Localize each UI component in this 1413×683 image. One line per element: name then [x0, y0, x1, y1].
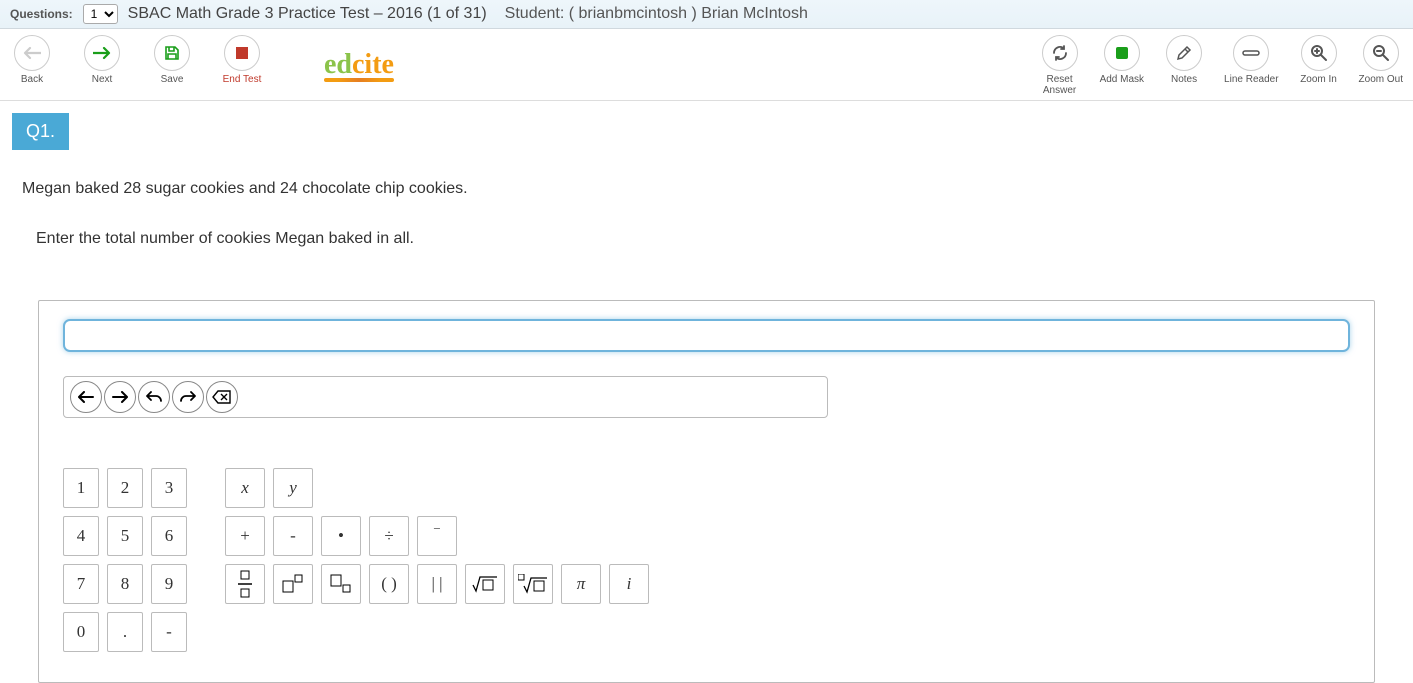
question-line-2: Enter the total number of cookies Megan …	[36, 230, 1391, 248]
redo-button[interactable]	[172, 381, 204, 413]
subscript-icon	[330, 574, 352, 594]
end-test-button[interactable]: End Test	[220, 35, 264, 85]
edit-controls	[63, 376, 828, 418]
redo-icon	[180, 390, 196, 404]
cursor-left-button[interactable]	[70, 381, 102, 413]
key-paren[interactable]: ( )	[369, 564, 409, 604]
add-mask-button[interactable]: Add Mask	[1100, 35, 1144, 85]
key-plus[interactable]: +	[225, 516, 265, 556]
answer-input[interactable]	[63, 319, 1350, 352]
zoom-out-icon	[1372, 44, 1390, 62]
key-fraction[interactable]	[225, 564, 265, 604]
backspace-icon	[212, 390, 232, 404]
pencil-icon	[1176, 45, 1192, 61]
refresh-icon	[1051, 44, 1069, 62]
mask-icon	[1114, 45, 1130, 61]
key-6[interactable]: 6	[151, 516, 187, 556]
key-sqrt[interactable]	[465, 564, 505, 604]
keypad-area: 1 2 3 4 5 6 7 8 9 0 . - x y + - • ÷ −	[63, 468, 1350, 652]
question-body: Megan baked 28 sugar cookies and 24 choc…	[0, 150, 1413, 300]
toolbar: Back Next Save End Test edcite	[0, 29, 1413, 101]
undo-icon	[146, 390, 162, 404]
back-button[interactable]: Back	[10, 35, 54, 85]
backspace-button[interactable]	[206, 381, 238, 413]
question-selector[interactable]: 1	[83, 4, 118, 24]
student-label: Student: ( brianbmcintosh ) Brian McInto…	[505, 5, 808, 23]
key-dot[interactable]: .	[107, 612, 143, 652]
save-button[interactable]: Save	[150, 35, 194, 85]
arrow-left-icon	[23, 46, 41, 60]
key-nroot[interactable]	[513, 564, 553, 604]
sqrt-icon	[472, 575, 498, 593]
key-neg[interactable]: -	[151, 612, 187, 652]
next-button[interactable]: Next	[80, 35, 124, 85]
key-i[interactable]: i	[609, 564, 649, 604]
number-keypad: 1 2 3 4 5 6 7 8 9 0 . -	[63, 468, 187, 652]
key-4[interactable]: 4	[63, 516, 99, 556]
key-minus[interactable]: -	[273, 516, 313, 556]
key-y[interactable]: y	[273, 468, 313, 508]
logo: edcite	[324, 49, 394, 82]
exponent-icon	[282, 574, 304, 594]
key-x[interactable]: x	[225, 468, 265, 508]
arrow-right-icon	[93, 46, 111, 60]
undo-button[interactable]	[138, 381, 170, 413]
key-2[interactable]: 2	[107, 468, 143, 508]
save-icon	[164, 45, 180, 61]
question-line-1: Megan baked 28 sugar cookies and 24 choc…	[22, 180, 1391, 198]
zoom-in-button[interactable]: Zoom In	[1297, 35, 1341, 85]
line-reader-icon	[1242, 48, 1260, 58]
arrow-right-icon	[112, 391, 128, 403]
questions-label: Questions:	[10, 7, 73, 21]
key-9[interactable]: 9	[151, 564, 187, 604]
key-pi[interactable]: π	[561, 564, 601, 604]
key-div[interactable]: ÷	[369, 516, 409, 556]
key-0[interactable]: 0	[63, 612, 99, 652]
key-abs[interactable]: | |	[417, 564, 457, 604]
key-3[interactable]: 3	[151, 468, 187, 508]
line-reader-button[interactable]: Line Reader	[1224, 35, 1278, 85]
cursor-right-button[interactable]	[104, 381, 136, 413]
zoom-in-icon	[1310, 44, 1328, 62]
fraction-icon	[236, 570, 254, 598]
nroot-icon	[518, 574, 548, 594]
key-8[interactable]: 8	[107, 564, 143, 604]
key-5[interactable]: 5	[107, 516, 143, 556]
reset-answer-button[interactable]: ResetAnswer	[1038, 35, 1082, 96]
question-badge: Q1.	[12, 113, 69, 150]
stop-icon	[235, 46, 249, 60]
reset-answer-label: ResetAnswer	[1043, 74, 1076, 96]
key-subscript[interactable]	[321, 564, 361, 604]
header-bar: Questions: 1 SBAC Math Grade 3 Practice …	[0, 0, 1413, 29]
arrow-left-icon	[78, 391, 94, 403]
notes-button[interactable]: Notes	[1162, 35, 1206, 85]
zoom-out-button[interactable]: Zoom Out	[1359, 35, 1403, 85]
key-7[interactable]: 7	[63, 564, 99, 604]
key-sup-minus[interactable]: −	[417, 516, 457, 556]
key-exponent[interactable]	[273, 564, 313, 604]
key-1[interactable]: 1	[63, 468, 99, 508]
key-mult[interactable]: •	[321, 516, 361, 556]
test-title: SBAC Math Grade 3 Practice Test – 2016 (…	[128, 5, 487, 23]
answer-panel: 1 2 3 4 5 6 7 8 9 0 . - x y + - • ÷ −	[38, 300, 1375, 683]
operator-keypad: x y + - • ÷ − ( ) | |	[225, 468, 649, 604]
